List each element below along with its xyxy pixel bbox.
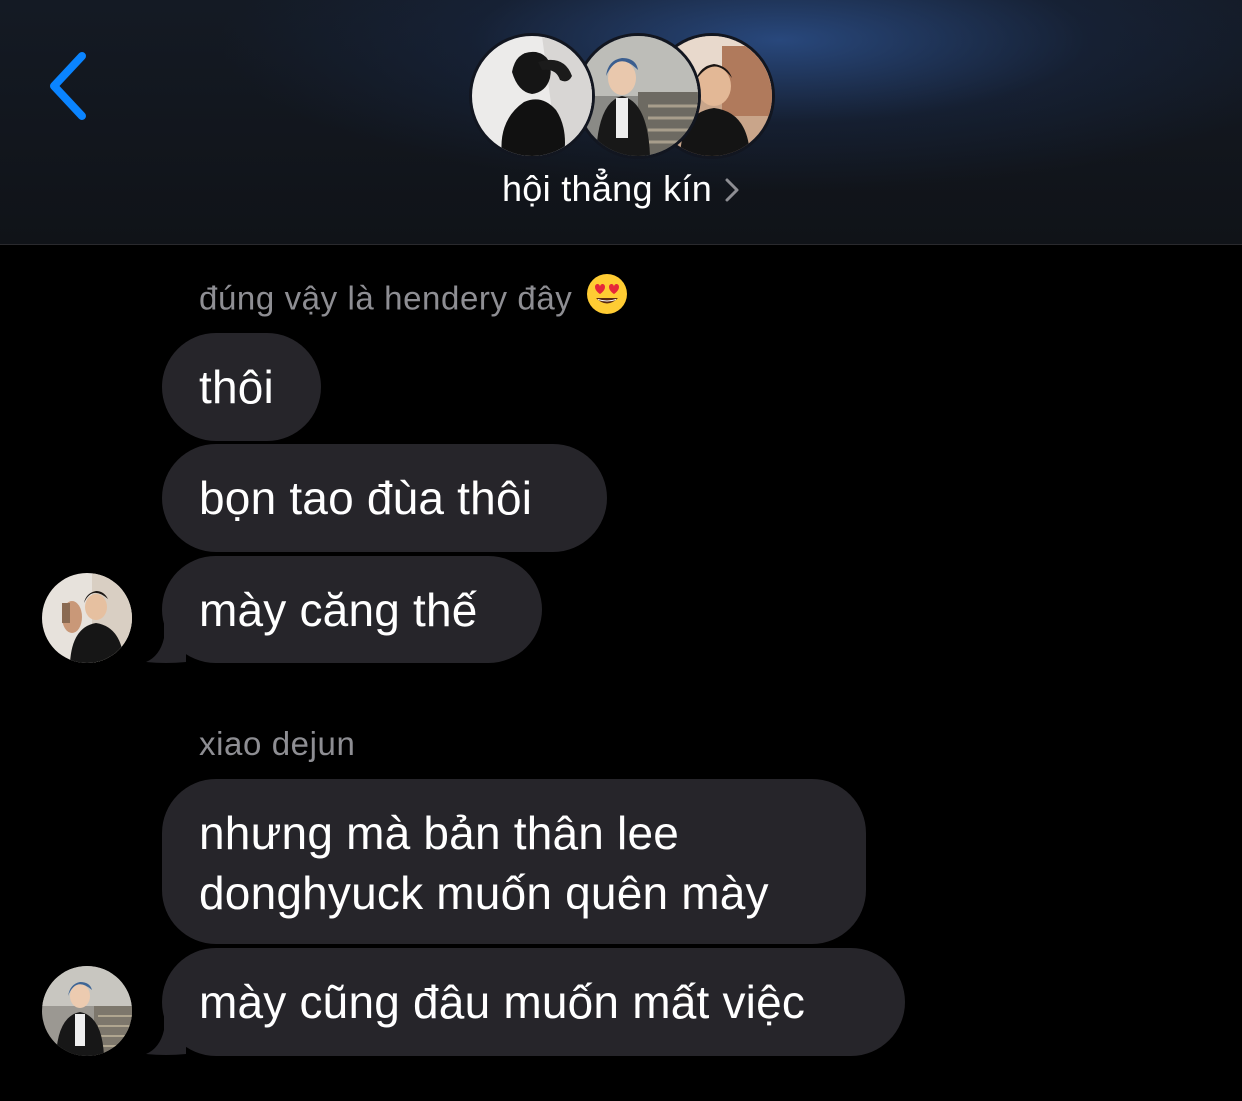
bubble-tail xyxy=(146,624,186,663)
chat-screen: hội thẳng kín đúng vậy là hendery đây th… xyxy=(0,0,1242,1101)
message-bubble[interactable]: thôi xyxy=(162,333,321,441)
back-button[interactable] xyxy=(40,44,100,128)
heart-eyes-emoji-icon xyxy=(586,273,628,323)
chevron-right-icon xyxy=(724,170,740,212)
message-text: bọn tao đùa thôi xyxy=(199,472,533,524)
bubble-tail xyxy=(146,1016,186,1055)
sender-name: xiao dejun xyxy=(199,725,355,763)
sender-name-text: xiao dejun xyxy=(199,725,356,762)
message-text: mày cũng đâu muốn mất việc xyxy=(199,976,806,1028)
group-avatar-1 xyxy=(472,36,592,156)
group-avatar-2 xyxy=(578,36,698,156)
group-title[interactable]: hội thẳng kín xyxy=(0,168,1242,212)
group-avatars[interactable] xyxy=(472,36,772,158)
message-bubble[interactable]: bọn tao đùa thôi xyxy=(162,444,607,552)
message-bubble[interactable]: mày cũng đâu muốn mất việc xyxy=(162,948,905,1056)
sender-name: đúng vậy là hendery đây xyxy=(199,274,628,323)
message-text: nhưng mà bản thân lee donghyuck muốn quê… xyxy=(199,807,769,919)
avatar[interactable] xyxy=(42,573,132,663)
avatar[interactable] xyxy=(42,966,132,1056)
chevron-left-icon xyxy=(50,52,86,120)
chat-header: hội thẳng kín xyxy=(0,0,1242,245)
sender-name-text: đúng vậy là hendery đây xyxy=(199,279,573,317)
message-bubble[interactable]: nhưng mà bản thân lee donghyuck muốn quê… xyxy=(162,779,866,944)
message-text: thôi xyxy=(199,361,274,413)
message-bubble[interactable]: mày căng thế xyxy=(162,556,542,663)
group-title-text: hội thẳng kín xyxy=(501,168,713,209)
message-text: mày căng thế xyxy=(199,584,478,636)
